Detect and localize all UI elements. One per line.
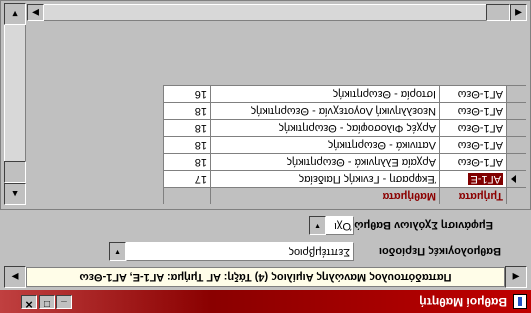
scroll-up-button[interactable]: ▲ (4, 183, 26, 205)
scroll-down-button[interactable]: ▼ (4, 3, 26, 25)
table-row-department[interactable]: ΑΓ1-Θεω (439, 119, 506, 136)
table-row-subject[interactable]: Αρχές Φιλοσοφίας - Θεωρητικής (210, 119, 439, 136)
minimize-icon: _ (61, 300, 67, 311)
row-selector[interactable] (506, 119, 526, 136)
table-row-grade[interactable]: 18 (163, 102, 210, 119)
arrow-left-icon: ◀ (512, 272, 520, 282)
table-row-grade[interactable]: 18 (163, 136, 210, 153)
maximize-icon: □ (43, 298, 51, 309)
maximize-button[interactable]: □ (39, 295, 55, 309)
grading-period-dropdown-button[interactable]: ▼ (109, 242, 126, 261)
row-selector[interactable] (506, 85, 526, 102)
show-comments-value: Όχι (334, 220, 351, 232)
vertical-scroll-thumb[interactable] (4, 161, 26, 183)
grid-corner (506, 187, 526, 204)
minimize-button[interactable]: _ (56, 295, 72, 311)
table-row-subject[interactable]: Έκφραση - Γενικής Παιδείας (210, 170, 439, 187)
table-row-grade[interactable]: 17 (163, 170, 210, 187)
chevron-down-icon: ▼ (114, 248, 121, 255)
table-row-grade[interactable]: 18 (163, 153, 210, 170)
header-scroll-left-button[interactable]: ◀ (505, 266, 527, 288)
arrow-left-icon: ◀ (515, 8, 522, 18)
scroll-right-button[interactable]: ▶ (27, 4, 44, 21)
show-comments-dropdown-button[interactable]: ▼ (309, 216, 326, 235)
table-row-department[interactable]: ΑΓ1-Θεω (439, 153, 506, 170)
arrow-down-icon: ▼ (10, 9, 20, 19)
column-header-departments[interactable]: Τμήματα (439, 187, 506, 204)
table-row-subject[interactable]: Ιστορία - Θεωρητικής (210, 85, 439, 102)
chevron-down-icon: ▼ (314, 222, 321, 229)
table-row-subject[interactable]: Λατινικά - Θεωρητικής (210, 136, 439, 153)
scroll-left-button[interactable]: ◀ (510, 4, 527, 21)
column-header-subjects[interactable]: Μαθήματα (210, 187, 439, 204)
current-row-pointer-icon (511, 175, 516, 183)
arrow-up-icon: ▲ (10, 189, 20, 199)
grades-grid[interactable]: Τμήματα Μαθήματα ΑΓ1-Ε Έκφραση - Γενικής… (0, 0, 531, 210)
window: Βαθμοί Μαθητή _ □ ✕ ◀ Παπαδόπουλος Μανώλ… (0, 0, 531, 313)
grading-period-label: Βαθμολογικές Περίοδοι (378, 245, 501, 257)
table-row-grade[interactable]: 18 (163, 119, 210, 136)
arrow-right-icon: ▶ (32, 8, 39, 18)
table-row-grade[interactable]: 16 (163, 85, 210, 102)
show-comments-label: Εμφάνιση Σχόλιων Βαθμών (348, 219, 493, 231)
table-row-subject[interactable]: Νεοελληνική Λογοτεχνία - Θεωρητικής (210, 102, 439, 119)
horizontal-scroll-thumb[interactable] (486, 4, 510, 21)
row-selector[interactable] (506, 170, 526, 187)
row-selector[interactable] (506, 136, 526, 153)
table-row-department[interactable]: ΑΓ1-Ε (439, 170, 506, 187)
row-selector[interactable] (506, 102, 526, 119)
table-row-department[interactable]: ΑΓ1-Θεω (439, 85, 506, 102)
close-button[interactable]: ✕ (21, 295, 37, 309)
table-row-subject[interactable]: Αρχαία Ελληνικά - Θεωρητικής (210, 153, 439, 170)
horizontal-scrollbar[interactable] (27, 4, 527, 21)
arrow-right-icon: ▶ (11, 272, 19, 282)
window-title: Βαθμοί Μαθητή (419, 295, 507, 309)
close-icon: ✕ (24, 298, 34, 309)
row-selector[interactable] (506, 153, 526, 170)
app-icon[interactable] (513, 294, 527, 309)
table-row-department[interactable]: ΑΓ1-Θεω (439, 136, 506, 153)
table-row-department[interactable]: ΑΓ1-Θεω (439, 102, 506, 119)
column-header-grade[interactable] (163, 187, 210, 204)
student-info-banner: Παπαδόπουλος Μανώλης Αιμίλιος (4) Τάξη: … (26, 267, 505, 287)
header-scroll-right-button[interactable]: ▶ (4, 266, 26, 288)
grading-period-value: Σεπτέμβριος (288, 246, 350, 258)
